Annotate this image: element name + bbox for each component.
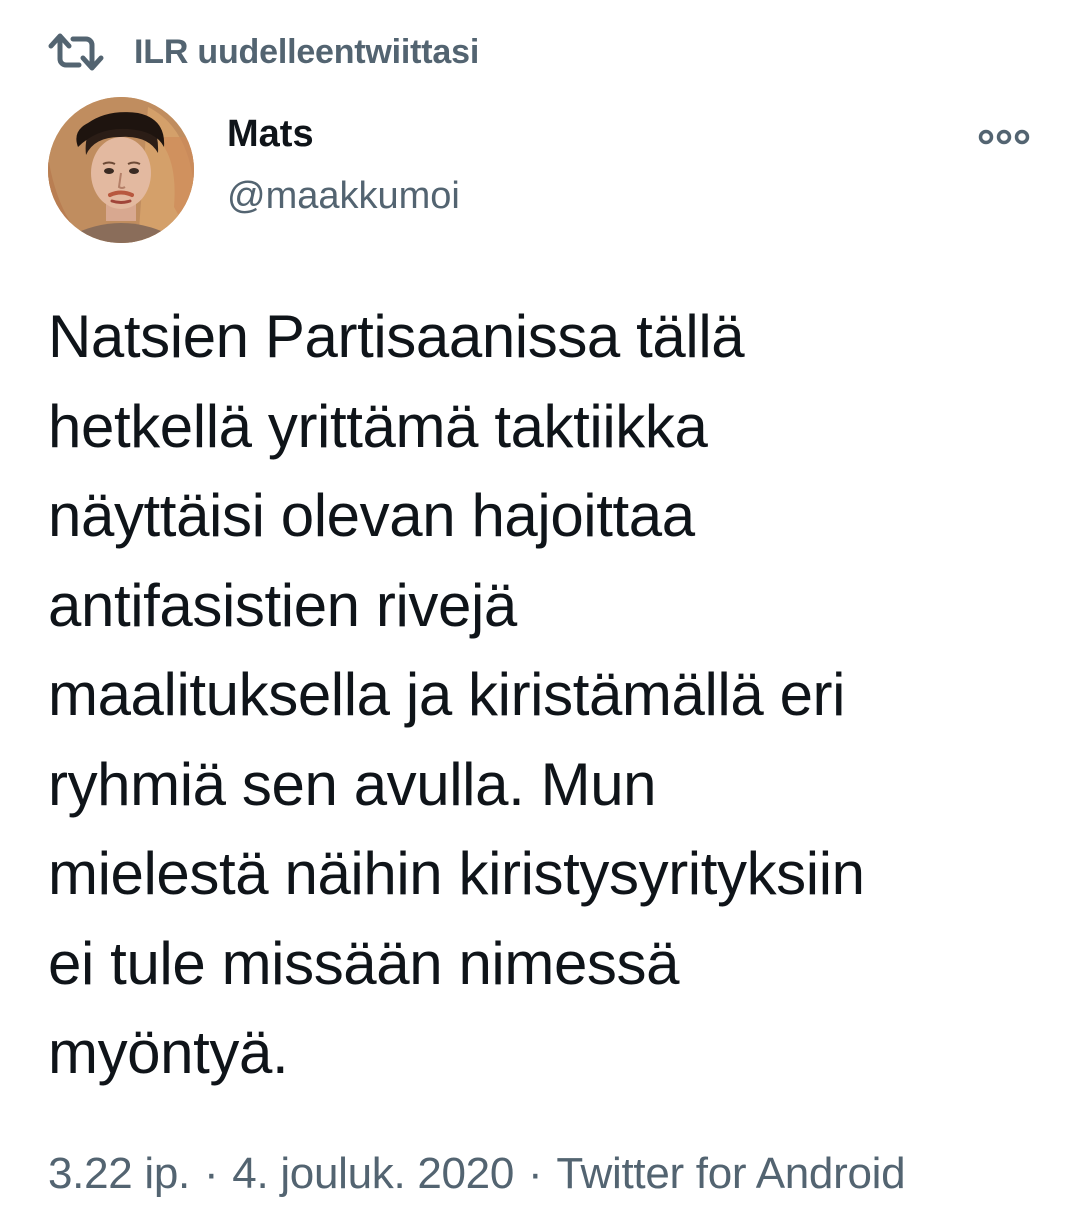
tweet-source[interactable]: Twitter for Android: [556, 1149, 905, 1198]
tweet-date[interactable]: 4. jouluk. 2020: [232, 1149, 514, 1198]
meta-separator: ·: [203, 1149, 219, 1198]
avatar-portrait: [48, 97, 194, 243]
tweet-time[interactable]: 3.22 ip.: [48, 1149, 190, 1198]
tweet-text-line: maalituksella ja kiristämällä eri: [48, 661, 846, 728]
meta-separator: ·: [528, 1149, 543, 1198]
retweet-icon: [48, 32, 104, 72]
more-options-icon: [978, 129, 1030, 145]
tweet-text-line: antifasistien rivejä: [48, 571, 517, 639]
tweet-text-line: ryhmiä sen avulla. Mun: [48, 750, 657, 818]
tweet-text-line: ei tule missään nimessä: [48, 929, 680, 997]
more-options-button[interactable]: [976, 120, 1032, 154]
tweet-text-line: myöntyä.: [48, 1019, 289, 1086]
avatar[interactable]: [48, 97, 194, 243]
author-name[interactable]: Mats: [227, 113, 314, 156]
tweet-metadata: 3.22 ip. · 4. jouluk. 2020 · Twitter for And…: [48, 1149, 906, 1199]
author-handle[interactable]: @maakkumoi: [227, 175, 460, 218]
tweet-text: Natsien Partisaanissa tällä hetkellä yri…: [48, 292, 1038, 1098]
tweet-text-line: hetkellä yrittämä taktiikka: [48, 392, 708, 460]
tweet-text-line: Natsien Partisaanissa tällä: [48, 303, 745, 370]
retweet-context[interactable]: ILR uudelleentwiittasi: [48, 28, 479, 76]
retweet-label: ILR uudelleentwiittasi: [134, 32, 480, 71]
tweet-text-line: näyttäisi olevan hajoittaa: [48, 482, 695, 549]
tweet-text-line: mielestä näihin kiristysyrityksiin: [48, 840, 865, 907]
